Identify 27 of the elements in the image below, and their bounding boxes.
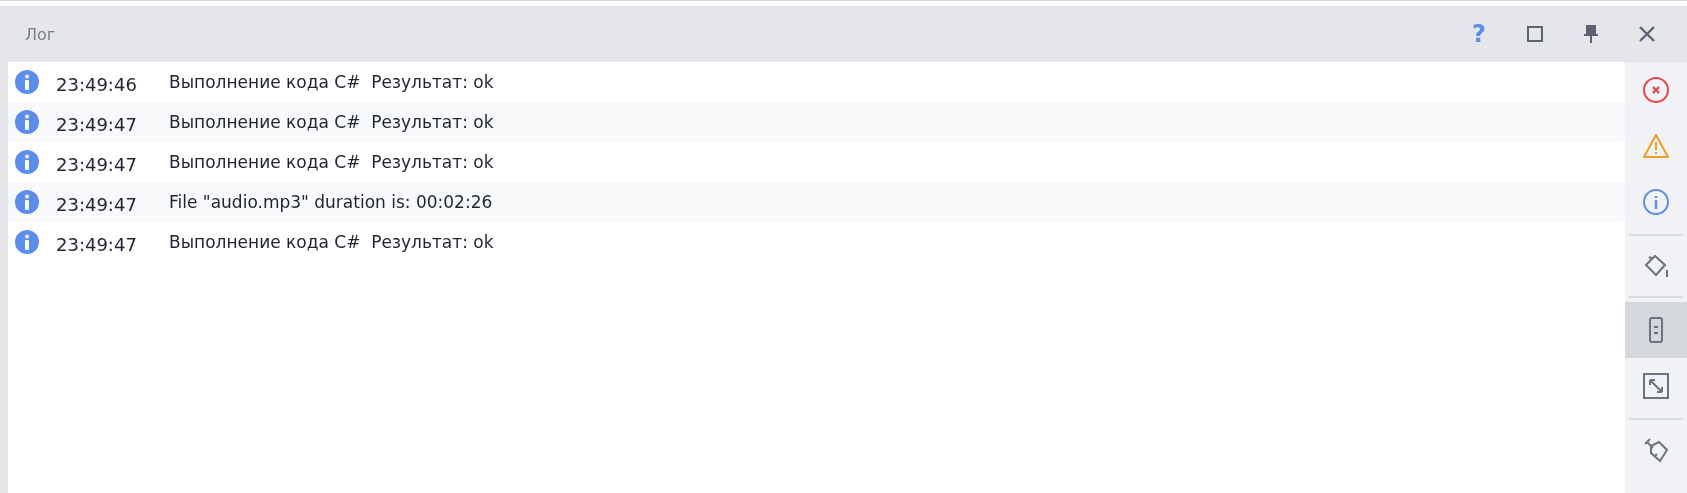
- help-button[interactable]: ?: [1451, 12, 1507, 56]
- info-icon: [1643, 189, 1669, 215]
- info-icon: [14, 189, 40, 215]
- log-message: Выполнение кода C# Результат: ok: [169, 152, 494, 172]
- pin-icon: [1583, 24, 1599, 44]
- log-message: Выполнение кода C# Результат: ok: [169, 112, 494, 132]
- log-time: 23:49:46: [56, 72, 138, 95]
- log-message: File "audio.mp3" duration is: 00:02:26: [169, 192, 493, 212]
- info-icon: [14, 69, 40, 95]
- close-icon: [1639, 26, 1655, 42]
- error-icon: [1643, 77, 1669, 103]
- info-icon: [14, 109, 40, 135]
- info-icon: [14, 149, 40, 175]
- warning-icon: [1643, 133, 1669, 159]
- square-icon: [1527, 26, 1543, 42]
- broom-icon: [1643, 437, 1669, 463]
- expand-icon: [1643, 373, 1669, 399]
- log-time: 23:49:47: [56, 232, 138, 255]
- wrap-filter-button[interactable]: [1625, 302, 1687, 358]
- log-time: 23:49:47: [56, 112, 138, 135]
- log-time: 23:49:47: [56, 152, 138, 175]
- log-time: 23:49:47: [56, 192, 138, 215]
- log-message: Выполнение кода C# Результат: ok: [169, 72, 494, 92]
- window-title: Лог: [25, 24, 57, 44]
- paint-bucket-icon: [1643, 253, 1669, 279]
- info-icon: [14, 229, 40, 255]
- log-message: Выполнение кода C# Результат: ok: [169, 232, 494, 252]
